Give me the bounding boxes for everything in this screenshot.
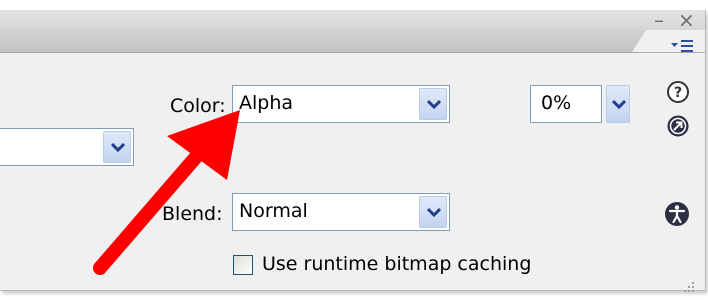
panel-menu-icon[interactable]	[669, 38, 695, 54]
filter-dropdown-button[interactable]	[103, 131, 131, 163]
bitmap-caching-label[interactable]: Use runtime bitmap caching	[262, 253, 531, 275]
color-label: Color:	[170, 95, 226, 117]
blend-dropdown-value: Normal	[239, 200, 308, 222]
alpha-amount-slider-button[interactable]	[606, 85, 630, 123]
svg-text:?: ?	[674, 85, 682, 101]
blend-dropdown[interactable]: Normal	[232, 193, 450, 231]
minimize-button[interactable]: –	[654, 10, 664, 30]
color-dropdown[interactable]: Alpha	[232, 85, 450, 123]
chevron-down-icon	[427, 99, 441, 110]
color-dropdown-value: Alpha	[239, 92, 294, 114]
help-icon[interactable]: ?	[666, 80, 690, 104]
accessibility-icon[interactable]	[664, 201, 689, 226]
resize-grip-icon[interactable]	[680, 278, 696, 294]
alpha-amount-field[interactable]: 0%	[530, 85, 602, 123]
chevron-down-icon	[427, 207, 441, 218]
chevron-down-icon	[612, 99, 626, 110]
bitmap-caching-checkbox[interactable]	[233, 255, 253, 275]
filter-dropdown[interactable]	[0, 128, 134, 166]
properties-panel: – × ? Color: Alpha 0% Blend: Normal Use …	[0, 10, 706, 294]
screenshot-frame: – × ? Color: Alpha 0% Blend: Normal Use …	[0, 0, 708, 300]
color-dropdown-button[interactable]	[419, 88, 447, 120]
blend-label: Blend:	[162, 203, 223, 225]
panel-tab-strip	[0, 30, 705, 53]
alpha-amount-value: 0%	[541, 92, 572, 114]
blend-dropdown-button[interactable]	[419, 196, 447, 228]
close-button[interactable]: ×	[678, 10, 695, 30]
panel-title-bar	[0, 10, 705, 30]
chevron-down-icon	[111, 142, 125, 153]
action-arrow-icon[interactable]	[666, 114, 690, 138]
